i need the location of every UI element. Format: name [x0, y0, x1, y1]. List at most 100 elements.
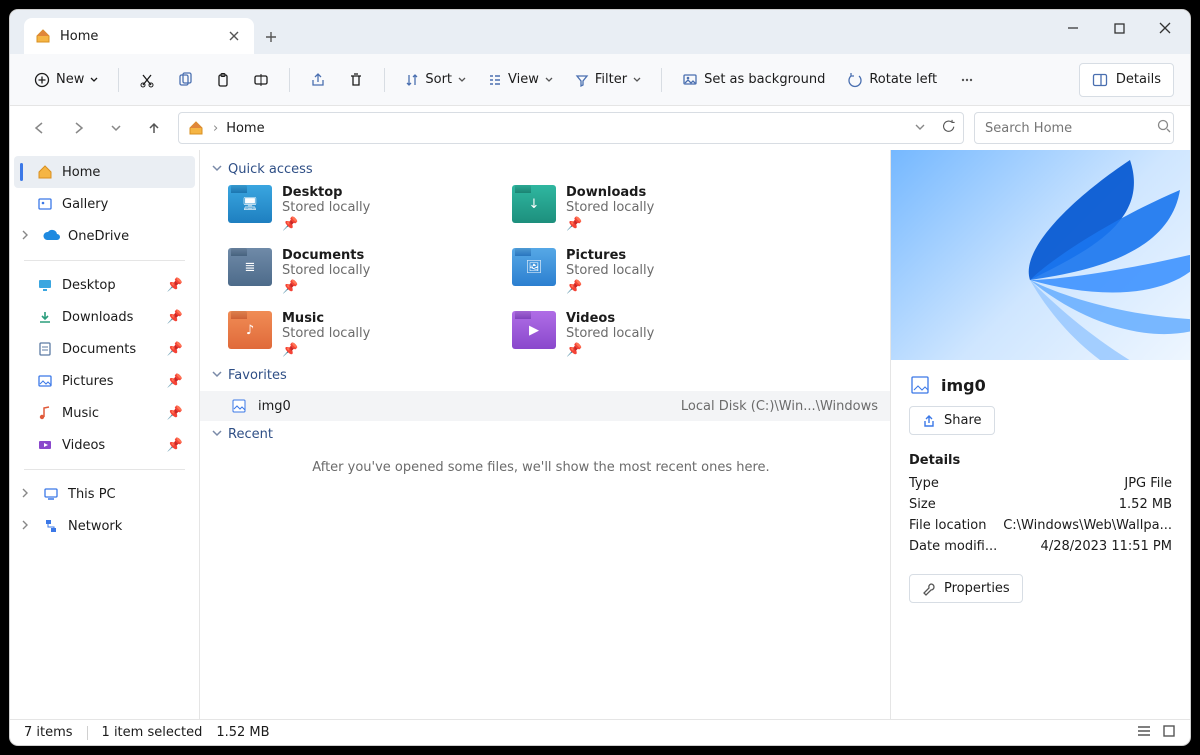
section-quick-access[interactable]: Quick access — [212, 162, 874, 177]
chevron-down-icon — [212, 368, 222, 383]
pin-icon: 📌 — [167, 438, 183, 453]
folder-icon: ↓ — [512, 185, 556, 223]
details-value: C:\Windows\Web\Wallpa... — [1003, 518, 1172, 533]
share-button[interactable]: Share — [909, 406, 995, 435]
details-key: Date modifi... — [909, 539, 997, 554]
nav-recent-button[interactable] — [102, 114, 130, 142]
home-icon — [187, 119, 205, 137]
sidebar-item-network[interactable]: Network — [14, 510, 195, 542]
share-label: Share — [944, 413, 982, 428]
tab-close-icon[interactable] — [224, 26, 244, 46]
quick-access-item[interactable]: ↓ Downloads Stored locally 📌 — [512, 185, 772, 232]
document-icon — [36, 340, 54, 358]
favorites-item[interactable]: img0 Local Disk (C:)\Win...\Windows — [200, 391, 890, 421]
more-button[interactable] — [951, 63, 983, 97]
favorites-item-name: img0 — [258, 399, 291, 414]
sort-button[interactable]: Sort — [397, 63, 474, 97]
address-bar[interactable]: › Home — [178, 112, 964, 144]
properties-button[interactable]: Properties — [909, 574, 1023, 603]
sidebar-item-pictures[interactable]: Pictures📌 — [14, 365, 195, 397]
pin-icon: 📌 — [167, 374, 183, 389]
search-box[interactable] — [974, 112, 1174, 144]
main-content: Quick access 🖥 Desktop Stored locally 📌 ↓… — [200, 150, 890, 719]
home-icon — [36, 163, 54, 181]
status-selected: 1 item selected — [102, 725, 203, 740]
sidebar-item-onedrive[interactable]: OneDrive — [14, 220, 195, 252]
chevron-right-icon — [20, 229, 34, 244]
sidebar-item-gallery[interactable]: Gallery — [14, 188, 195, 220]
window-minimize-button[interactable] — [1050, 12, 1096, 44]
quick-access-item[interactable]: 🖼 Pictures Stored locally 📌 — [512, 248, 772, 295]
sidebar-item-label: Videos — [62, 438, 105, 453]
qa-name: Documents — [282, 248, 370, 263]
copy-button[interactable] — [169, 63, 201, 97]
section-favorites[interactable]: Favorites — [212, 368, 874, 383]
quick-access-item[interactable]: ≣ Documents Stored locally 📌 — [228, 248, 488, 295]
share-button[interactable] — [302, 63, 334, 97]
window-close-button[interactable] — [1142, 12, 1188, 44]
search-input[interactable] — [983, 120, 1157, 137]
qa-sub: Stored locally — [282, 200, 370, 215]
filter-button[interactable]: Filter — [567, 63, 649, 97]
pin-icon: 📌 — [566, 280, 654, 295]
view-button[interactable]: View — [480, 63, 561, 97]
nav-back-button[interactable] — [26, 114, 54, 142]
sidebar-item-label: Gallery — [62, 197, 108, 212]
breadcrumb[interactable]: Home — [226, 121, 264, 136]
details-key: Size — [909, 497, 936, 512]
section-recent[interactable]: Recent — [212, 427, 874, 442]
quick-access-item[interactable]: ▶ Videos Stored locally 📌 — [512, 311, 772, 358]
chevron-right-icon — [20, 519, 34, 534]
folder-icon: ▶ — [512, 311, 556, 349]
details-pane-button[interactable]: Details — [1079, 63, 1174, 97]
home-icon — [34, 27, 52, 45]
view-details-icon[interactable] — [1136, 724, 1152, 742]
sidebar-item-home[interactable]: Home — [14, 156, 195, 188]
pc-icon — [42, 485, 60, 503]
qa-name: Videos — [566, 311, 654, 326]
image-file-icon — [909, 374, 931, 396]
titlebar: Home — [10, 10, 1190, 54]
new-tab-button[interactable] — [254, 20, 288, 54]
address-dropdown-icon[interactable] — [915, 121, 925, 136]
rotate-left-button[interactable]: Rotate left — [839, 63, 945, 97]
paste-button[interactable] — [207, 63, 239, 97]
pin-icon: 📌 — [167, 310, 183, 325]
details-header: Details — [909, 453, 1172, 468]
recent-empty-text: After you've opened some files, we'll sh… — [208, 460, 874, 475]
toolbar: New Sort View Filter Set as ba — [10, 54, 1190, 106]
view-label: View — [508, 72, 539, 87]
new-button[interactable]: New — [26, 63, 106, 97]
window-maximize-button[interactable] — [1096, 12, 1142, 44]
pin-icon: 📌 — [167, 342, 183, 357]
delete-button[interactable] — [340, 63, 372, 97]
set-as-background-button[interactable]: Set as background — [674, 63, 833, 97]
qa-name: Desktop — [282, 185, 370, 200]
sidebar-item-documents[interactable]: Documents📌 — [14, 333, 195, 365]
quick-access-item[interactable]: 🖥 Desktop Stored locally 📌 — [228, 185, 488, 232]
sidebar-item-this-pc[interactable]: This PC — [14, 478, 195, 510]
search-icon — [1157, 119, 1171, 137]
details-row: Size 1.52 MB — [909, 497, 1172, 512]
network-icon — [42, 517, 60, 535]
qa-sub: Stored locally — [282, 263, 370, 278]
chevron-right-icon — [20, 487, 34, 502]
details-value: 1.52 MB — [1119, 497, 1172, 512]
view-large-icon[interactable] — [1162, 724, 1176, 742]
quick-access-item[interactable]: ♪ Music Stored locally 📌 — [228, 311, 488, 358]
sidebar-item-downloads[interactable]: Downloads📌 — [14, 301, 195, 333]
cut-button[interactable] — [131, 63, 163, 97]
folder-icon: 🖼 — [512, 248, 556, 286]
sidebar-item-videos[interactable]: Videos 📌 — [14, 429, 195, 461]
sidebar-item-music[interactable]: Music📌 — [14, 397, 195, 429]
nav-forward-button[interactable] — [64, 114, 92, 142]
properties-label: Properties — [944, 581, 1010, 596]
sidebar-item-desktop[interactable]: Desktop📌 — [14, 269, 195, 301]
tab-home[interactable]: Home — [24, 18, 254, 54]
qa-sub: Stored locally — [282, 326, 370, 341]
refresh-button[interactable] — [941, 119, 955, 137]
chevron-down-icon — [212, 427, 222, 442]
nav-up-button[interactable] — [140, 114, 168, 142]
details-label: Details — [1116, 72, 1161, 87]
rename-button[interactable] — [245, 63, 277, 97]
